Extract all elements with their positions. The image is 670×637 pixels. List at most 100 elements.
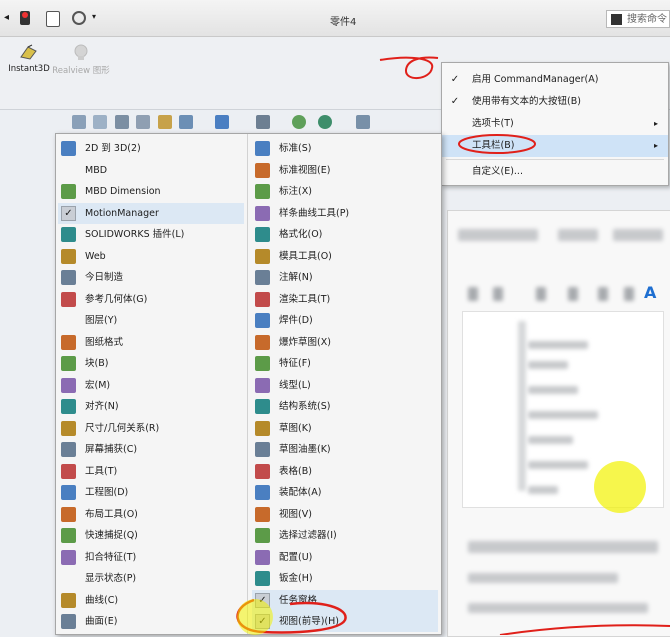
toolbar-item-left-16[interactable]: 工程图(D) [58, 482, 244, 503]
toolbar-item-left-7[interactable]: 参考几何体(G) [58, 289, 244, 310]
tools-icon [61, 463, 76, 479]
toolbar-item-left-10[interactable]: 块(B) [58, 353, 244, 374]
toolbar-item-left-6[interactable]: 今日制造 [58, 267, 244, 288]
toolbar-item-right-4[interactable]: 格式化(O) [252, 224, 438, 245]
toolbar-item-right-17[interactable]: 视图(V) [252, 504, 438, 525]
toolbar-item-right-9[interactable]: 爆炸草图(X) [252, 332, 438, 353]
chevron-left-icon[interactable]: ◂ [4, 12, 9, 23]
toolbar-item-left-20[interactable]: 显示状态(P) [58, 568, 244, 589]
traffic-light-icon[interactable] [20, 11, 30, 25]
web-icon [61, 248, 76, 264]
standard-views-icon [255, 162, 270, 178]
check-icon: ✓ [61, 205, 76, 221]
toolbar-item-left-14[interactable]: 屏幕捕获(C) [58, 439, 244, 460]
table-icon [255, 463, 270, 479]
toolbar-item-right-22[interactable]: ✓ 视图(前导)(H) [252, 611, 438, 632]
gear-icon[interactable] [72, 11, 86, 25]
toolbar-item-label: 视图(前导)(H) [279, 616, 339, 627]
toolbar-item-right-3[interactable]: 样条曲线工具(P) [252, 203, 438, 224]
toolbar-item-right-0[interactable]: 标准(S) [252, 138, 438, 159]
toolbar-item-left-0[interactable]: 2D 到 3D(2) [58, 138, 244, 159]
block-icon [61, 356, 76, 371]
toolbar-item-right-20[interactable]: 钣金(H) [252, 568, 438, 589]
toolbar-item-label: 渲染工具(T) [279, 293, 331, 305]
hide-show-items-icon[interactable] [256, 115, 270, 129]
toolbar-item-left-18[interactable]: 快速捕捉(Q) [58, 525, 244, 546]
folder-icon [61, 270, 76, 285]
toolbar-item-right-2[interactable]: 标注(X) [252, 181, 438, 202]
toolbar-item-right-5[interactable]: 模具工具(O) [252, 246, 438, 267]
toolbar-item-right-15[interactable]: 表格(B) [252, 461, 438, 482]
toolbar-item-left-19[interactable]: 扣合特征(T) [58, 547, 244, 568]
previous-view-icon[interactable] [115, 115, 129, 129]
toolbar-item-label: 图纸格式 [85, 336, 124, 348]
toolbar-item-right-11[interactable]: 线型(L) [252, 375, 438, 396]
toolbar-item-right-1[interactable]: 标准视图(E) [252, 160, 438, 181]
toolbar-item-right-6[interactable]: 注解(N) [252, 267, 438, 288]
toolbar-item-label: 尺寸/几何关系(R) [85, 422, 160, 434]
addins-icon [61, 227, 76, 242]
configurations-icon [255, 549, 270, 565]
align-icon [61, 399, 76, 414]
zoom-area-icon[interactable] [93, 115, 107, 129]
toolbar-item-left-5[interactable]: Web [58, 246, 244, 267]
toolbar-item-label: 选择过滤器(I) [279, 530, 337, 541]
toolbar-item-left-12[interactable]: 对齐(N) [58, 396, 244, 417]
toolbar-item-left-22[interactable]: 曲面(E) [58, 611, 244, 632]
menu-item-customize[interactable]: 自定义(E)... [442, 161, 668, 183]
display-style-icon[interactable] [215, 115, 229, 129]
toolbar-item-left-3[interactable]: ✓ MotionManager [58, 202, 244, 224]
menu-item-enable-commandmanager[interactable]: ✓ 启用 CommandManager(A) [442, 69, 668, 91]
toolbar-item-right-12[interactable]: 结构系统(S) [252, 396, 438, 417]
toolbar-item-right-7[interactable]: 渲染工具(T) [252, 289, 438, 310]
toolbar-item-right-14[interactable]: 草图油墨(K) [252, 439, 438, 460]
toolbar-item-label: 对齐(N) [85, 401, 119, 412]
dynamic-annotation-icon[interactable] [158, 115, 172, 129]
toolbar-item-left-21[interactable]: 曲线(C) [58, 590, 244, 611]
toolbar-item-label: 今日制造 [85, 272, 124, 283]
toolbar-item-right-16[interactable]: 装配体(A) [252, 482, 438, 503]
check-icon: ✓ [255, 592, 270, 608]
toolbar-item-right-18[interactable]: 选择过滤器(I) [252, 525, 438, 546]
toolbar-item-left-13[interactable]: 尺寸/几何关系(R) [58, 418, 244, 439]
view-orientation-icon[interactable] [179, 115, 193, 129]
menu-item-toolbars[interactable]: 工具栏(B) ▸ [442, 135, 668, 157]
zoom-to-fit-icon[interactable] [72, 115, 86, 129]
toolbar-item-left-15[interactable]: 工具(T) [58, 461, 244, 482]
toolbar-item-right-13[interactable]: 草图(K) [252, 418, 438, 439]
section-view-icon[interactable] [136, 115, 150, 129]
line-format-icon [255, 377, 270, 393]
toolbar-item-right-8[interactable]: 焊件(D) [252, 310, 438, 331]
assembly-icon [255, 485, 270, 500]
surfaces-icon [61, 614, 76, 629]
check-icon: ✓ [450, 96, 460, 107]
text-format-icon[interactable]: A [644, 283, 656, 302]
search-commands-input[interactable]: 搜索命令 [606, 10, 670, 28]
menu-item-large-buttons-with-text[interactable]: ✓ 使用带有文本的大按钮(B) [442, 91, 668, 113]
toolbar-item-label: 快速捕捉(Q) [85, 530, 138, 541]
toolbar-item-label: 爆炸草图(X) [279, 336, 331, 348]
chevron-down-icon[interactable]: ▾ [92, 12, 96, 21]
toolbar-item-left-2[interactable]: MBD Dimension [58, 181, 244, 202]
toolbar-item-right-10[interactable]: 特征(F) [252, 353, 438, 374]
sketch-icon [255, 420, 270, 436]
menu-item-tabs[interactable]: 选项卡(T) ▸ [442, 113, 668, 135]
toolbar-item-left-8[interactable]: 图层(Y) [58, 310, 244, 331]
realview-button[interactable]: Realview 图形 [52, 43, 110, 76]
drawing-icon [61, 485, 76, 500]
standard-icon [255, 141, 270, 156]
view-settings-icon[interactable] [356, 115, 370, 129]
toolbar-item-left-1[interactable]: MBD [58, 160, 244, 181]
toolbar-item-label: 注解(N) [279, 272, 313, 283]
edit-appearance-icon[interactable] [292, 115, 306, 129]
toolbar-item-left-9[interactable]: 图纸格式 [58, 332, 244, 353]
toolbar-item-left-17[interactable]: 布局工具(O) [58, 504, 244, 525]
toolbar-item-right-19[interactable]: 配置(U) [252, 547, 438, 568]
instant3d-button[interactable]: Instant3D [0, 43, 58, 74]
file-properties-icon[interactable] [46, 11, 60, 27]
toolbar-item-label: 图层(Y) [85, 315, 118, 326]
toolbar-item-left-4[interactable]: SOLIDWORKS 插件(L) [58, 224, 244, 245]
toolbar-item-right-21[interactable]: ✓ 任务窗格 [252, 589, 438, 611]
apply-scene-icon[interactable] [318, 115, 332, 129]
toolbar-item-left-11[interactable]: 宏(M) [58, 375, 244, 396]
